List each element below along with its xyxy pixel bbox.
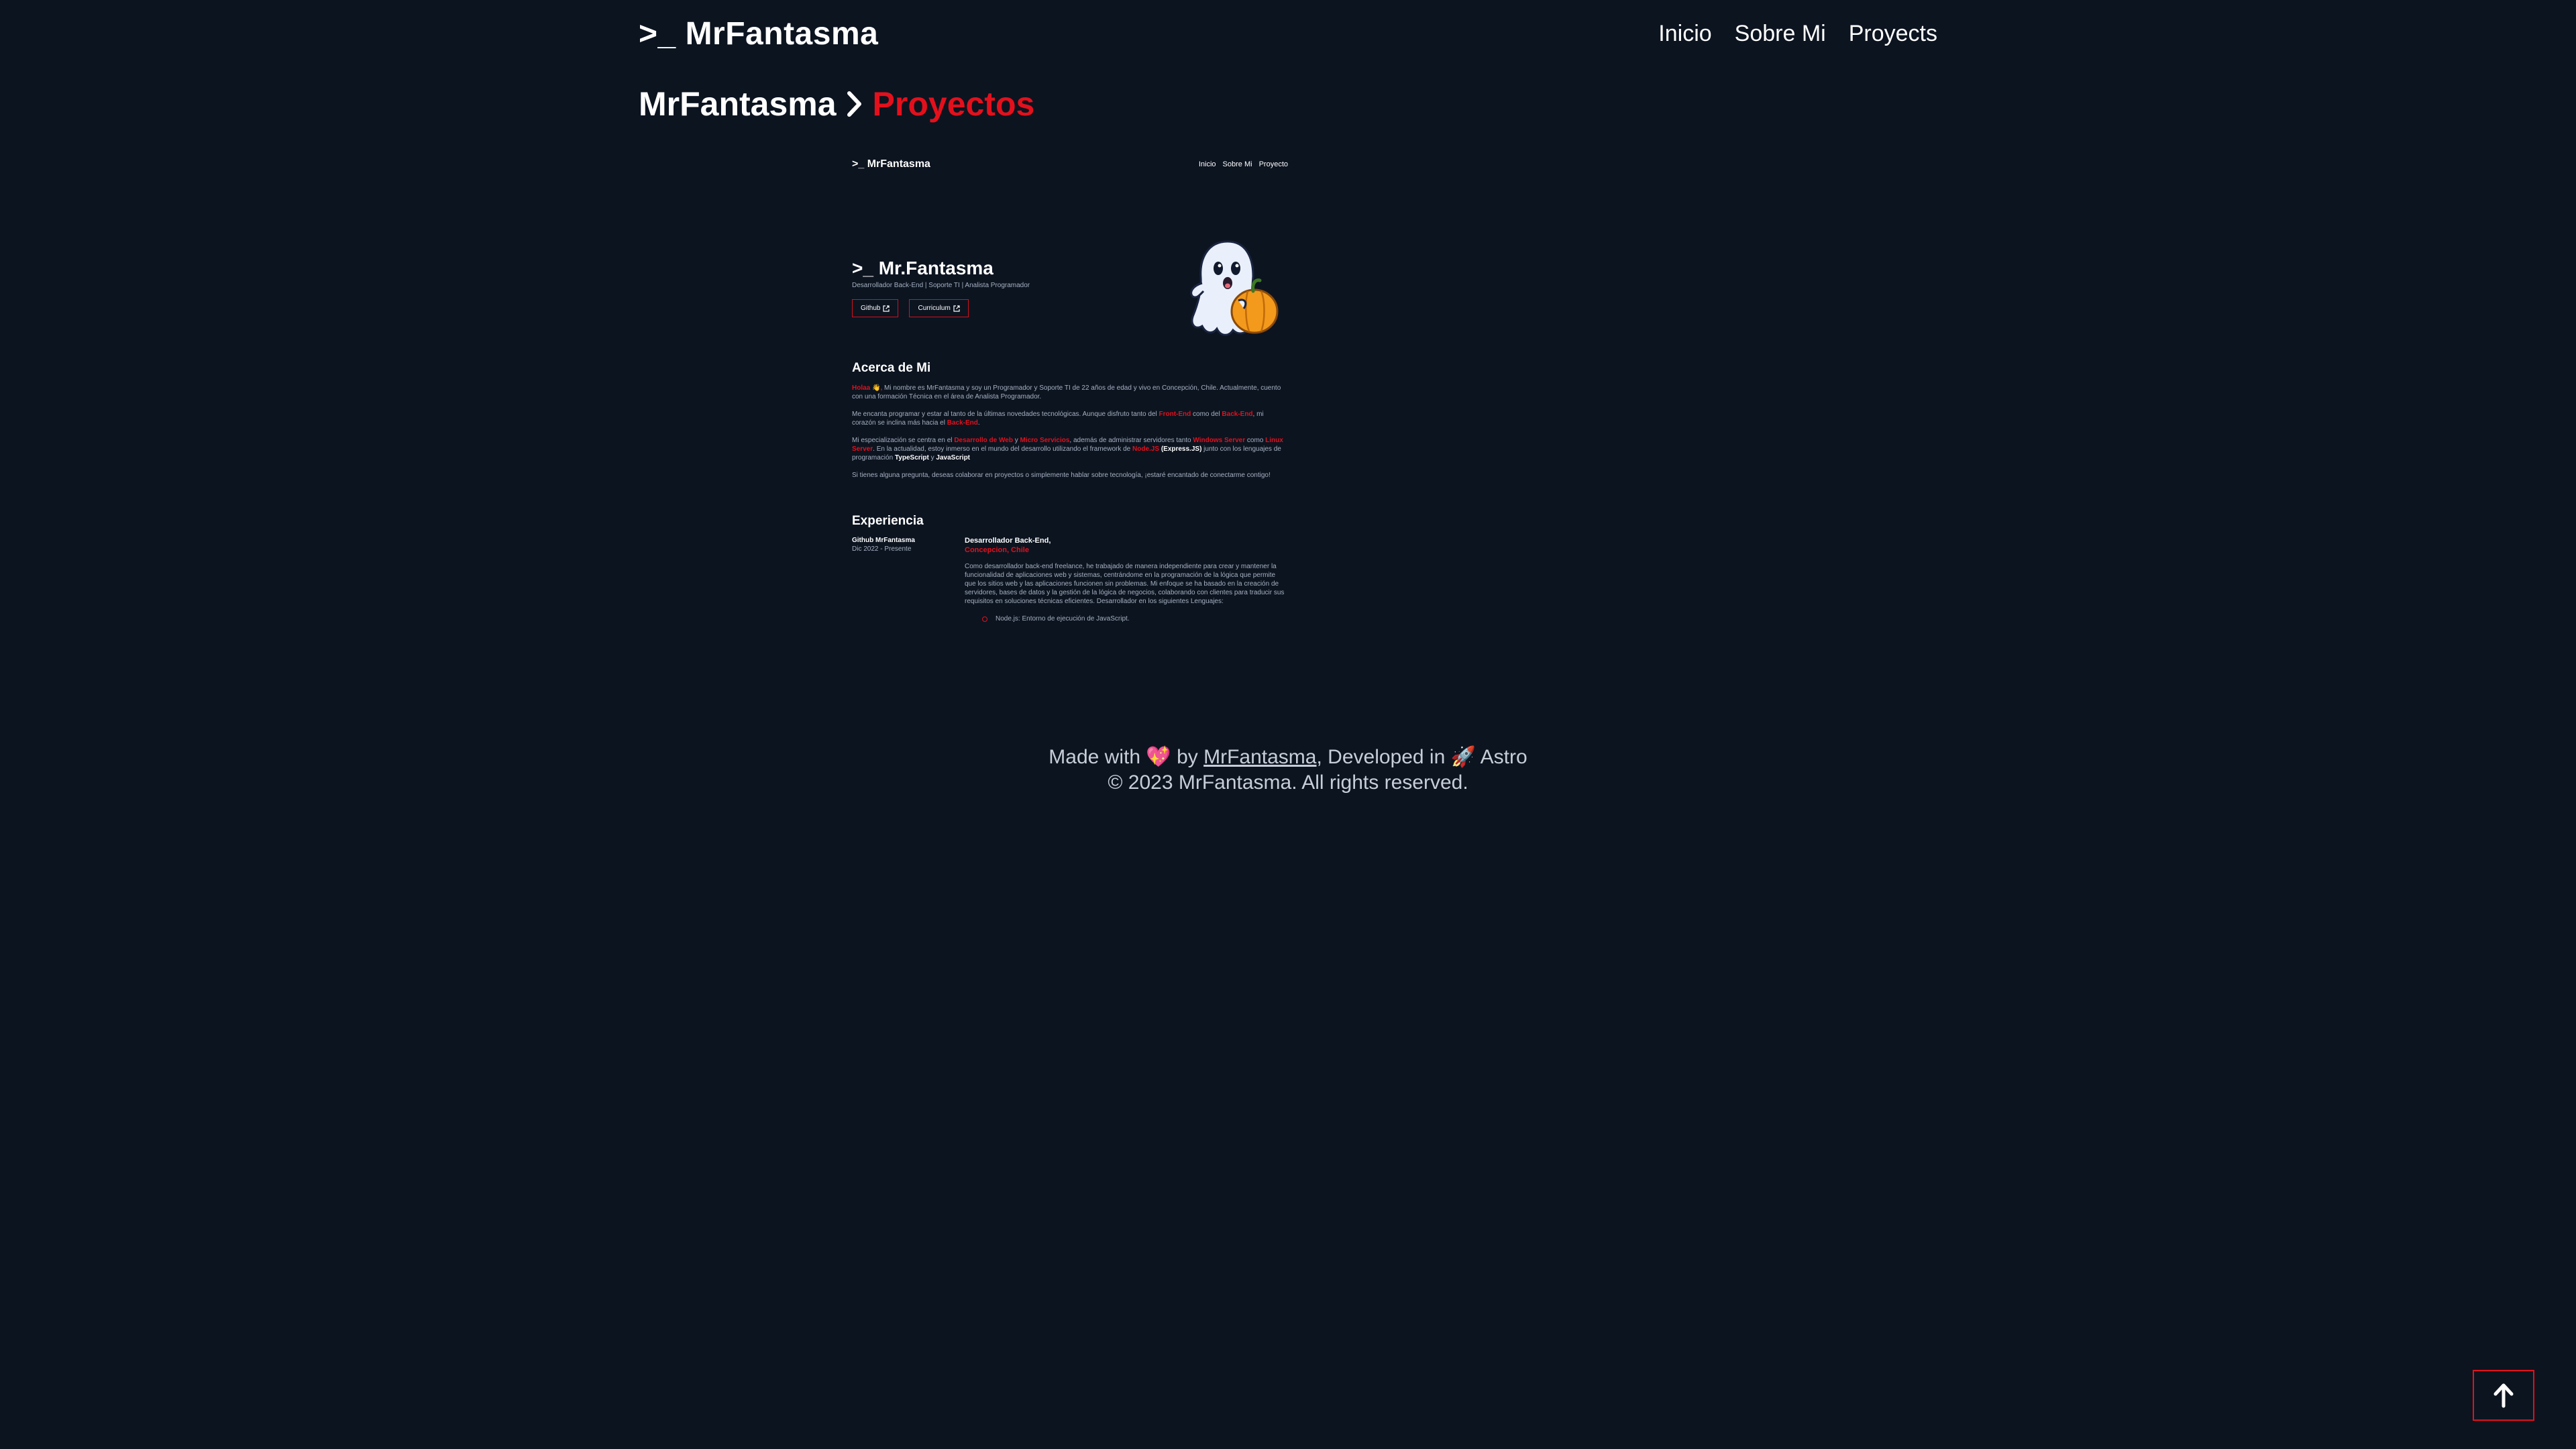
preview-about-p3-web: Desarrollo de Web [954, 437, 1013, 444]
preview-about-p2-text-b: como del [1191, 411, 1222, 418]
preview-experience-list-item: Node.js: Entorno de ejecución de JavaScr… [965, 615, 1288, 623]
nav-inicio[interactable]: Inicio [1658, 21, 1711, 47]
preview-github-button: Github [852, 299, 899, 317]
preview-header: >_ MrFantasma Inicio Sobre Mi Proyecto [852, 154, 1288, 174]
preview-about-p3-javascript: JavaScript [936, 454, 971, 462]
rocket-icon: 🚀 [1450, 746, 1476, 768]
preview-experience-details: Desarrollador Back-End, Concepcion, Chil… [965, 537, 1288, 623]
main-nav: Inicio Sobre Mi Proyects [1658, 21, 1937, 47]
preview-about-p3-micro: Micro Servicios [1020, 437, 1070, 444]
preview-about-p3-text-c: , además de administrar servidores tanto [1069, 437, 1193, 444]
preview-experience-location: Concepcion, Chile [965, 546, 1029, 554]
heart-icon: 💖 [1146, 746, 1171, 768]
preview-about-title: Acerca de Mi [852, 361, 931, 375]
preview-nav-inicio: Inicio [1198, 160, 1216, 168]
project-preview: >_ MrFantasma Inicio Sobre Mi Proyecto >… [852, 154, 1288, 644]
preview-nav-proyecto: Proyecto [1258, 160, 1288, 168]
preview-about-p3-text-b: y [1012, 437, 1020, 444]
arrow-up-icon [2493, 1383, 2514, 1408]
preview-hero: >_ Mr.Fantasma Desarrollador Back-End | … [852, 174, 1288, 336]
preview-about-p3-text-e: . En la actualidad, estoy inmerso en el … [873, 445, 1133, 453]
preview-about-p3-node: Node.JS [1132, 445, 1160, 453]
back-to-top-button[interactable] [2473, 1370, 2534, 1421]
preview-hero-title: >_ Mr.Fantasma [852, 258, 994, 278]
breadcrumb: MrFantasma Proyectos [639, 85, 1937, 123]
ghost-pumpkin-illustration [1190, 240, 1279, 336]
preview-about-p3-express: (Express.JS) [1161, 445, 1202, 453]
preview-curriculum-button: Curriculum [909, 299, 969, 317]
preview-github-label: Github [861, 305, 881, 312]
breadcrumb-root[interactable]: MrFantasma [639, 85, 837, 123]
preview-about-p3-windows: Windows Server [1193, 437, 1246, 444]
chevron-right-icon [846, 91, 863, 117]
preview-about-section: Acerca de Mi Holaa 👋, Mi nombre es MrFan… [852, 361, 1288, 488]
nav-sobre-mi[interactable]: Sobre Mi [1735, 21, 1826, 47]
preview-nav: Inicio Sobre Mi Proyecto [1199, 160, 1288, 168]
preview-about-p2-backend: Back-End [1222, 411, 1253, 418]
preview-curriculum-label: Curriculum [918, 305, 951, 312]
footer-copyright: © 2023 MrFantasma. All rights reserved. [1108, 771, 1468, 794]
preview-experience-meta: Github MrFantasma Dic 2022 - Presente [852, 537, 965, 623]
preview-about-paragraph-3: Mi especialización se centra en el Desar… [852, 436, 1288, 462]
preview-experience-company: Github MrFantasma [852, 537, 915, 544]
preview-logo: >_ MrFantasma [852, 158, 930, 170]
site-header: >_ MrFantasma Inicio Sobre Mi Proyects [639, 0, 1937, 67]
preview-about-paragraph-2: Me encanta programar y estar al tanto de… [852, 410, 1288, 427]
bullet-icon [982, 616, 987, 622]
preview-about-paragraph-1: Holaa 👋, Mi nombre es MrFantasma y soy u… [852, 384, 1288, 401]
preview-about-paragraph-4: Si tienes alguna pregunta, deseas colabo… [852, 472, 1271, 479]
preview-hero-buttons: Github Curriculum [852, 299, 969, 317]
preview-experience-date: Dic 2022 - Presente [852, 545, 912, 553]
site-footer: Made with 💖 by MrFantasma, Developed in … [0, 745, 2576, 796]
preview-about-p2-text-d: . [977, 419, 980, 427]
site-logo[interactable]: >_ MrFantasma [639, 15, 878, 52]
preview-about-p3-typescript: TypeScript [894, 454, 929, 462]
preview-about-p3-text-a: Mi especialización se centra en el [852, 437, 955, 444]
breadcrumb-current: Proyectos [872, 85, 1035, 123]
footer-credits: Made with 💖 by MrFantasma, Developed in … [0, 745, 2576, 770]
preview-experience-description: Como desarrollador back-end freelance, h… [965, 563, 1285, 605]
preview-about-p2-frontend: Front-End [1159, 411, 1191, 418]
preview-hero-subtitle: Desarrollador Back-End | Soporte TI | An… [852, 282, 1030, 289]
preview-experience-section: Experiencia Github MrFantasma Dic 2022 -… [852, 514, 1288, 623]
preview-about-p2-text-a: Me encanta programar y estar al tanto de… [852, 411, 1159, 418]
preview-experience-item: Github MrFantasma Dic 2022 - Presente De… [852, 537, 1288, 623]
external-link-icon [883, 305, 890, 312]
preview-experience-role: Desarrollador Back-End, [965, 537, 1051, 545]
preview-experience-list-text: Node.js: Entorno de ejecución de JavaScr… [996, 615, 1130, 623]
preview-about-p2-backend-2: Back-End [947, 419, 978, 427]
preview-about-p3-text-d: como [1245, 437, 1266, 444]
external-link-icon [953, 305, 960, 312]
footer-by: by [1177, 746, 1198, 768]
footer-made-with: Made with [1049, 746, 1141, 768]
footer-framework: Astro [1480, 746, 1527, 768]
footer-developed-in: , Developed in [1316, 746, 1446, 768]
preview-experience-title: Experiencia [852, 514, 924, 528]
preview-about-p3-text-h: y [928, 454, 936, 462]
nav-proyects[interactable]: Proyects [1849, 21, 1937, 47]
page-container: >_ MrFantasma Inicio Sobre Mi Proyects M… [639, 0, 1937, 123]
preview-nav-sobre-mi: Sobre Mi [1222, 160, 1252, 168]
footer-author-link[interactable]: MrFantasma [1203, 746, 1316, 768]
preview-about-greeting: Holaa 👋, [852, 384, 883, 392]
preview-about-p1-text: Mi nombre es MrFantasma y soy un Program… [852, 384, 1281, 400]
